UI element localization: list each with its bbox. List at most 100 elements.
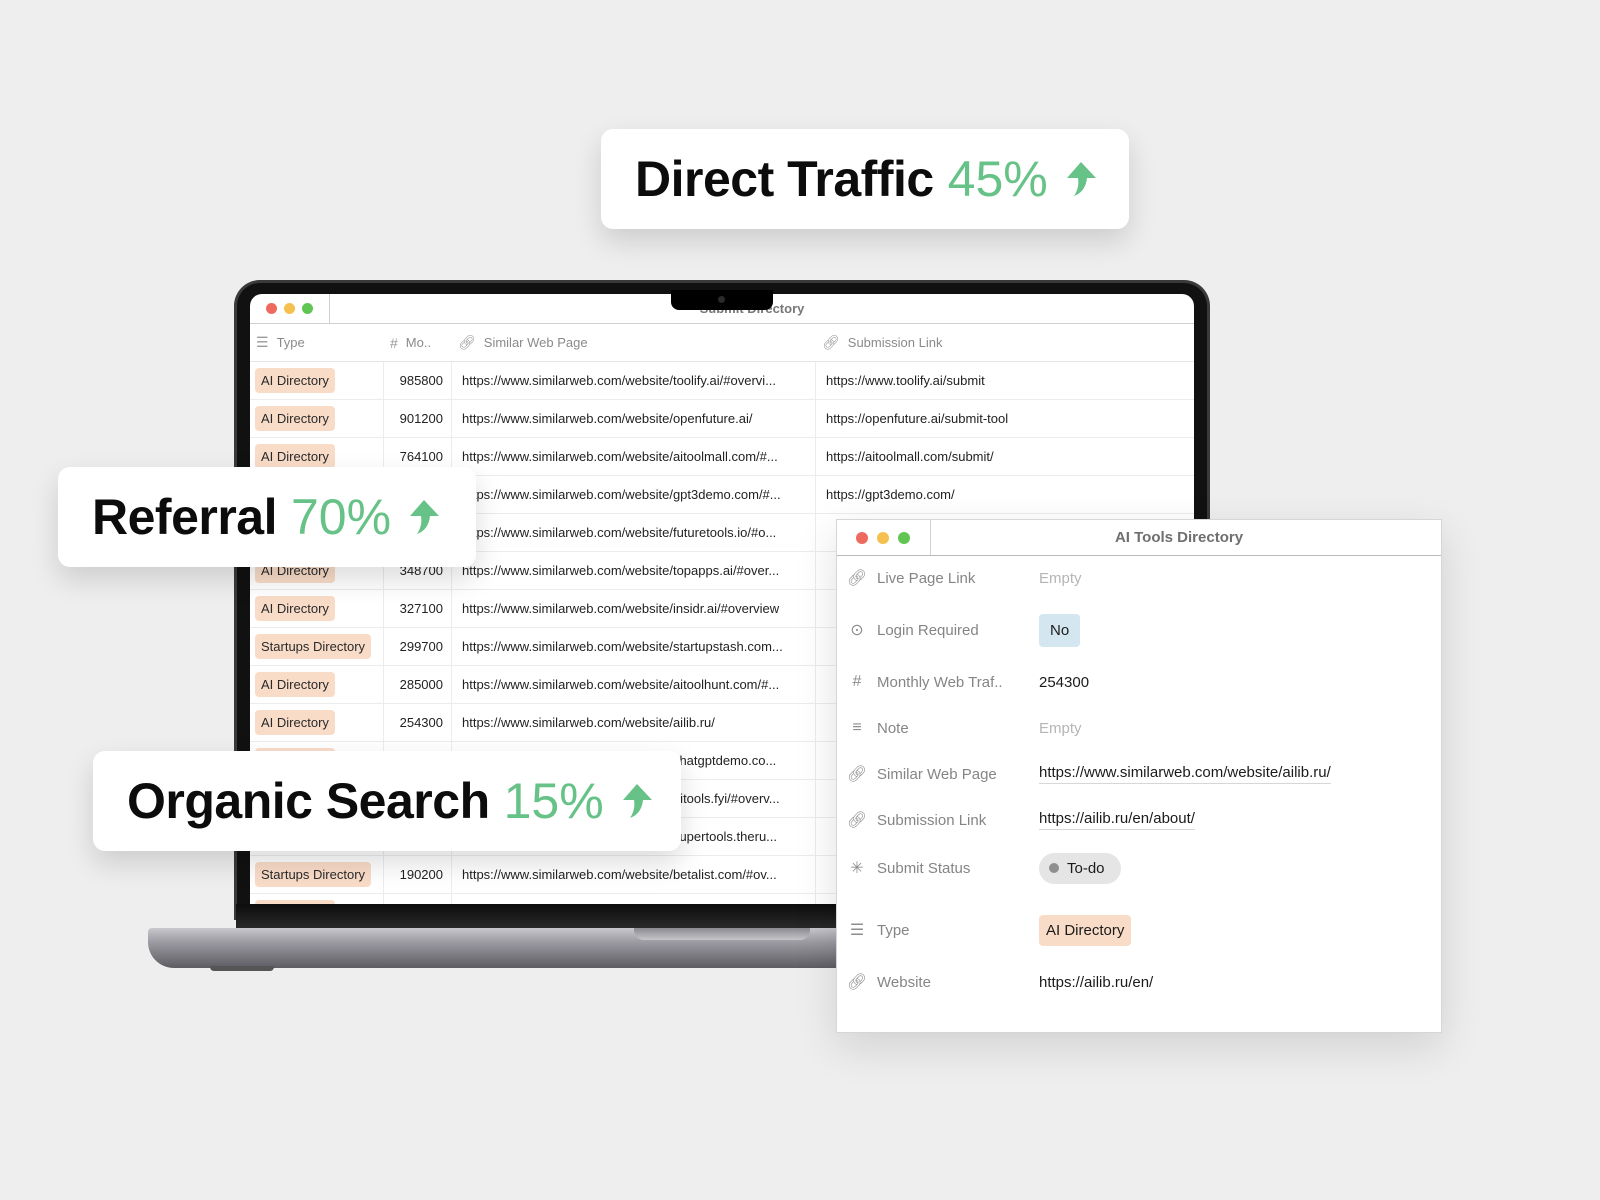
type-tag: AI Directory — [255, 672, 335, 697]
property-value[interactable]: 254300 — [1039, 674, 1089, 691]
property-value[interactable]: Empty — [1039, 570, 1082, 587]
laptop-notch — [671, 290, 773, 310]
cell-submission-link[interactable]: https://gpt3demo.com/ — [816, 476, 1194, 513]
link-icon: 🔗︎ — [846, 812, 868, 829]
property-name: Note — [877, 719, 909, 737]
cell-similar-web-page[interactable]: https://www.similarweb.com/website/gpt3d… — [452, 476, 816, 513]
property-name: Submit Status — [877, 859, 971, 877]
property-value[interactable]: No — [1039, 613, 1081, 647]
column-header-submission-link[interactable]: 🔗︎ Submission Link — [816, 334, 1194, 351]
stat-label: Referral — [92, 489, 278, 545]
property-name: Type — [877, 921, 910, 939]
camera-icon — [718, 296, 725, 303]
laptop-foot — [210, 966, 274, 971]
cell-submission-link[interactable]: https://aitoolmall.com/submit/ — [816, 438, 1194, 475]
property-name: Website — [877, 973, 931, 991]
property-name: Live Page Link — [877, 569, 976, 587]
link-icon: 🔗︎ — [458, 334, 476, 350]
property-name: Login Required — [877, 621, 979, 639]
cell-type[interactable]: Startups Directory — [250, 628, 384, 665]
type-tag: AI Directory — [255, 596, 335, 621]
property-name: Monthly Web Traf.. — [877, 673, 1003, 691]
cell-similar-web-page[interactable]: https://www.similarweb.com/website/insid… — [452, 590, 816, 627]
table-row[interactable]: AI Directory 901200 https://www.similarweb… — [250, 400, 1194, 438]
stat-card-referral: Referral 70% — [58, 467, 476, 567]
link-icon: 🔗︎ — [846, 766, 868, 783]
list-icon: ☰ — [849, 922, 865, 939]
cell-type[interactable]: AI Directory — [250, 362, 384, 399]
property-row: 🔗︎ Website https://ailib.ru/en/ — [837, 964, 1153, 1000]
status-icon: ✳ — [850, 860, 864, 877]
property-name: Submission Link — [877, 811, 987, 829]
cell-type[interactable]: AI Directory — [250, 894, 384, 904]
cell-type[interactable]: AI Directory — [250, 666, 384, 703]
property-row: 🔗︎ Submission Link https://ailib.ru/en/abo… — [837, 802, 1195, 838]
cell-type[interactable]: Startups Directory — [250, 856, 384, 893]
cell-similar-web-page[interactable]: https://www.similarweb.com/website/tooli… — [452, 362, 816, 399]
cell-type[interactable]: AI Directory — [250, 400, 384, 437]
property-row: ⊙ Login Required No — [837, 612, 1081, 648]
cell-similar-web-page[interactable] — [452, 894, 816, 904]
laptop-groove — [634, 928, 810, 940]
stat-card-direct-traffic: Direct Traffic 45% — [601, 129, 1129, 229]
window-title: AI Tools Directory — [1114, 529, 1244, 546]
cell-similar-web-page[interactable]: https://www.similarweb.com/website/topap… — [452, 552, 816, 589]
property-value[interactable]: https://www.similarweb.com/website/ailib… — [1039, 764, 1331, 784]
cell-similar-web-page[interactable]: https://www.similarweb.com/website/betal… — [452, 856, 816, 893]
cell-similar-web-page[interactable]: https://www.similarweb.com/website/futur… — [452, 514, 816, 551]
status-dot — [1049, 863, 1059, 873]
cell-similar-web-page[interactable]: https://www.similarweb.com/website/ailib… — [452, 704, 816, 741]
table-header: ☰ Type # Mo.. 🔗︎ Similar Web Page 🔗︎ Submiss… — [250, 324, 1194, 362]
property-row: ☰ Type AI Directory — [837, 912, 1132, 948]
arrow-up-icon — [622, 784, 652, 818]
property-value[interactable]: https://ailib.ru/en/ — [1039, 974, 1153, 991]
property-value[interactable]: To-do — [1039, 852, 1121, 884]
cell-submission-link[interactable]: https://www.toolify.ai/submit — [816, 362, 1194, 399]
property-value[interactable]: https://ailib.ru/en/about/ — [1039, 810, 1195, 830]
link-icon: 🔗︎ — [846, 974, 868, 991]
property-row: ✳ Submit Status To-do — [837, 850, 1121, 886]
cell-type[interactable]: AI Directory — [250, 704, 384, 741]
cell-monthly[interactable]: 254300 — [384, 704, 452, 741]
property-row: 🔗︎ Similar Web Page https://www.similarweb… — [837, 756, 1331, 792]
cell-monthly[interactable]: 327100 — [384, 590, 452, 627]
cell-similar-web-page[interactable]: https://www.similarweb.com/website/openf… — [452, 400, 816, 437]
link-icon: 🔗︎ — [846, 570, 868, 587]
cell-monthly[interactable] — [384, 894, 452, 904]
type-tag: AI Directory — [255, 444, 335, 469]
cell-submission-link[interactable]: https://openfuture.ai/submit-tool — [816, 400, 1194, 437]
type-tag: Startups Directory — [255, 634, 372, 659]
cell-monthly[interactable]: 901200 — [384, 400, 452, 437]
cell-monthly[interactable]: 299700 — [384, 628, 452, 665]
property-value[interactable]: AI Directory — [1039, 914, 1132, 946]
type-tag: AI Directory — [255, 406, 335, 431]
cell-type[interactable]: AI Directory — [250, 590, 384, 627]
stat-card-organic-search: Organic Search 15% — [93, 751, 681, 851]
window-titlebar: AI Tools Directory — [837, 520, 1441, 556]
cell-monthly[interactable]: 285000 — [384, 666, 452, 703]
cell-similar-web-page[interactable]: https://www.similarweb.com/website/aitoo… — [452, 438, 816, 475]
stat-value: 70% — [291, 489, 392, 545]
column-header-type[interactable]: ☰ Type — [250, 334, 384, 351]
list-icon: ☰ — [256, 334, 269, 350]
cell-monthly[interactable]: 190200 — [384, 856, 452, 893]
column-header-similar-web-page[interactable]: 🔗︎ Similar Web Page — [452, 334, 816, 351]
property-name: Similar Web Page — [877, 765, 997, 783]
property-row: 🔗︎ Live Page Link Empty — [837, 560, 1082, 596]
cell-similar-web-page[interactable]: https://www.similarweb.com/website/aitoo… — [452, 666, 816, 703]
hash-icon: # — [852, 673, 862, 690]
column-header-monthly[interactable]: # Mo.. — [384, 335, 452, 351]
cell-monthly[interactable]: 985800 — [384, 362, 452, 399]
arrow-up-icon — [1066, 162, 1096, 196]
property-value[interactable]: Empty — [1039, 720, 1082, 737]
stat-value: 45% — [947, 151, 1048, 207]
arrow-up-icon — [410, 500, 440, 534]
type-tag: AI Directory — [255, 710, 335, 735]
detail-window: AI Tools Directory 🔗︎ Live Page Link Empty… — [836, 519, 1442, 1033]
cell-similar-web-page[interactable]: https://www.similarweb.com/website/start… — [452, 628, 816, 665]
hash-icon: # — [390, 334, 398, 351]
stat-label: Organic Search — [127, 773, 490, 829]
stat-label: Direct Traffic — [635, 151, 934, 207]
table-row[interactable]: AI Directory 985800 https://www.similarweb… — [250, 362, 1194, 400]
property-row: # Monthly Web Traf.. 254300 — [837, 664, 1090, 700]
